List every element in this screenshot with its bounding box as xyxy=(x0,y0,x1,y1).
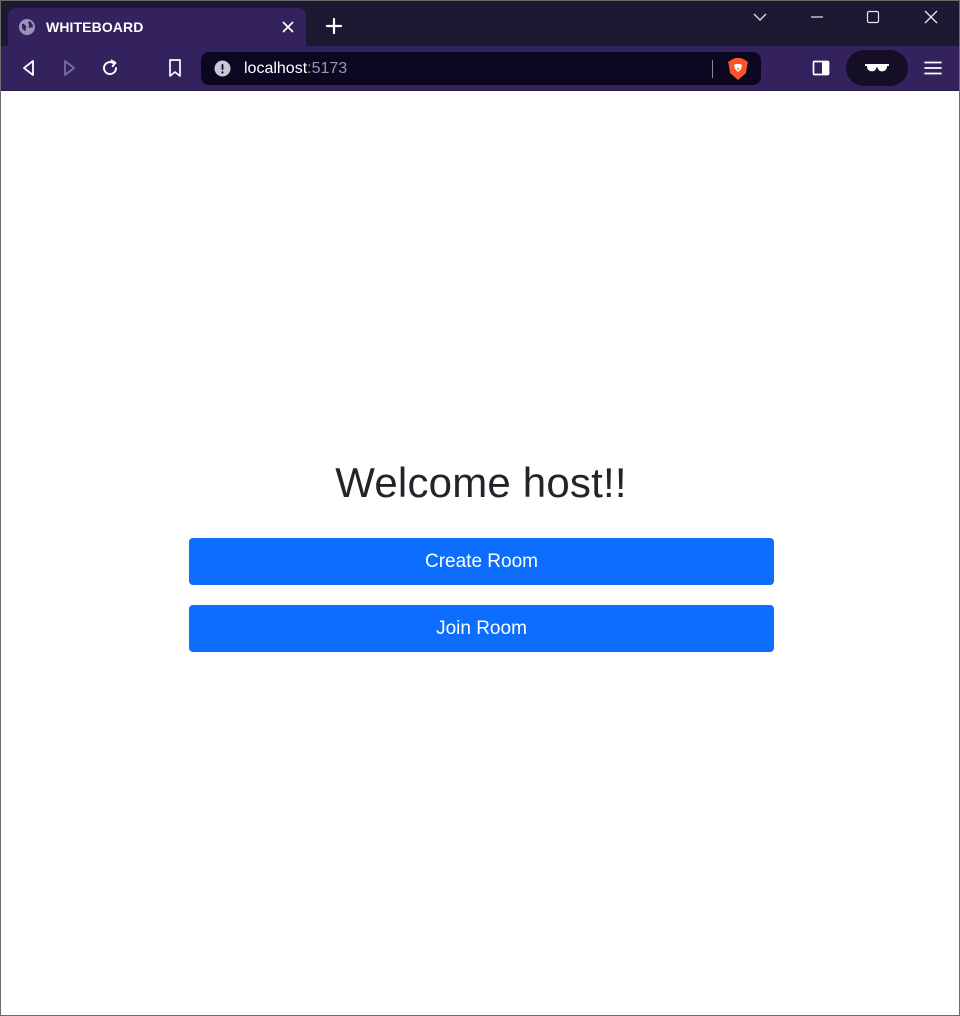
url-separator xyxy=(712,60,713,78)
browser-toolbar: localhost:5173 xyxy=(1,46,959,91)
page-title: Welcome host!! xyxy=(335,459,627,506)
forward-icon[interactable] xyxy=(57,56,81,80)
bookmark-icon[interactable] xyxy=(163,56,187,80)
sunglasses-icon xyxy=(865,64,889,72)
browser-window: WHITEBOARD localhost:5173 Welcome host!!… xyxy=(0,0,960,1016)
join-room-button[interactable]: Join Room xyxy=(189,605,774,652)
url-port: :5173 xyxy=(307,60,348,77)
new-tab-icon[interactable] xyxy=(323,15,345,37)
maximize-icon[interactable] xyxy=(859,5,887,29)
tab-title: WHITEBOARD xyxy=(46,19,144,35)
reload-icon[interactable] xyxy=(98,56,122,80)
site-info-icon[interactable] xyxy=(214,60,231,77)
brave-shields-icon[interactable] xyxy=(727,57,749,81)
close-tab-icon[interactable] xyxy=(278,17,298,37)
create-room-button[interactable]: Create Room xyxy=(189,538,774,585)
private-window-indicator[interactable] xyxy=(846,50,908,86)
tab-search-chevron-icon[interactable] xyxy=(746,5,774,29)
globe-icon xyxy=(19,19,35,35)
url-host: localhost xyxy=(244,60,308,77)
menu-icon[interactable] xyxy=(921,56,945,80)
tab-strip: WHITEBOARD xyxy=(1,1,959,46)
sidebar-toggle-icon[interactable] xyxy=(809,56,833,80)
window-close-icon[interactable] xyxy=(917,5,945,29)
tab-whiteboard[interactable]: WHITEBOARD xyxy=(8,8,306,46)
back-icon[interactable] xyxy=(17,56,41,80)
address-bar[interactable]: localhost:5173 xyxy=(201,52,761,85)
page-content: Welcome host!! Create Room Join Room xyxy=(1,92,959,1015)
minimize-icon[interactable] xyxy=(803,5,831,29)
url-text[interactable]: localhost:5173 xyxy=(244,59,347,78)
